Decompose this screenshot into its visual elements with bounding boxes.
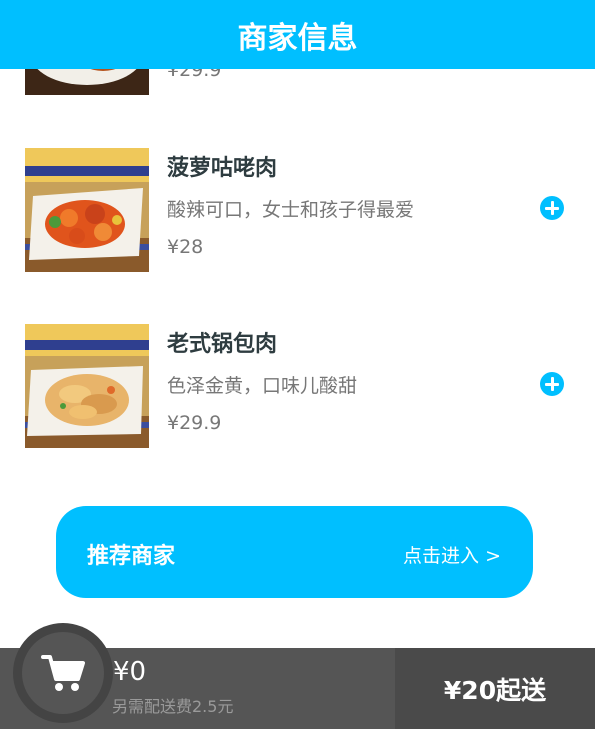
dish-name: 老式锅包肉: [167, 332, 278, 357]
cart-total: ¥0: [113, 657, 147, 687]
page-header: 商家信息: [0, 0, 595, 69]
page-title: 商家信息: [237, 20, 358, 56]
recommended-merchants-banner[interactable]: 推荐商家 点击进入 >: [56, 506, 533, 598]
dish-description: 色泽金黄，口味儿酸甜: [167, 375, 358, 397]
dish-description: 酸辣可口，女士和孩子得最爱: [167, 199, 415, 221]
banner-enter-link[interactable]: 点击进入 >: [403, 541, 501, 568]
add-to-cart-plus-icon[interactable]: [540, 372, 564, 396]
menu-item: 菠萝咕咾肉 酸辣可口，女士和孩子得最爱 ¥28: [0, 148, 595, 272]
delivery-fee-note: 另需配送费2.5元: [112, 697, 234, 716]
min-order-button[interactable]: ¥20起送: [395, 648, 595, 729]
shopping-cart-icon: [41, 655, 85, 691]
menu-list[interactable]: ¥29.9 菠萝咕咾肉 酸辣可口，女士和孩子得最爱 ¥28 老式锅包肉 色泽金黄…: [0, 0, 595, 729]
add-to-cart-plus-icon[interactable]: [540, 196, 564, 220]
menu-item: 老式锅包肉 色泽金黄，口味儿酸甜 ¥29.9: [0, 324, 595, 448]
banner-title: 推荐商家: [87, 544, 176, 569]
dish-price: ¥28: [167, 236, 204, 258]
dish-image: [25, 148, 149, 272]
dish-price: ¥29.9: [167, 412, 222, 434]
dish-name: 菠萝咕咾肉: [167, 156, 278, 181]
cart-button[interactable]: [13, 623, 113, 723]
cart-icon-wrap: [22, 632, 104, 714]
dish-image: [25, 324, 149, 448]
min-order-label: ¥20起送: [443, 675, 547, 705]
